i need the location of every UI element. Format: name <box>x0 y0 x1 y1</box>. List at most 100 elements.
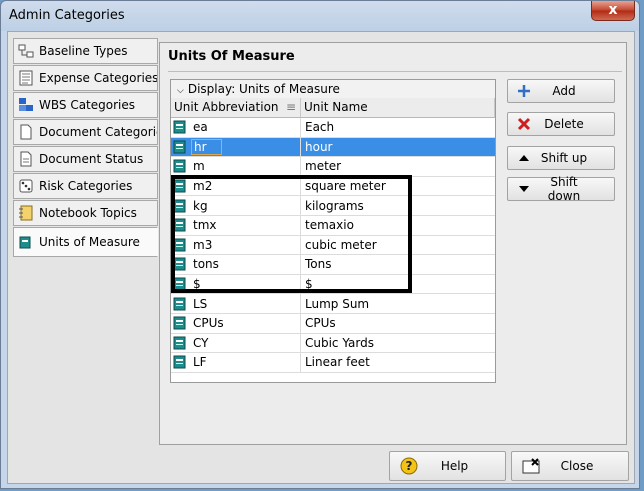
column-header-unit-name[interactable]: Unit Name <box>301 98 495 118</box>
help-icon: ? <box>394 457 424 475</box>
cell-unit-name: Tons <box>305 257 332 272</box>
sidebar-item-label: Risk Categories <box>39 179 133 193</box>
table-row[interactable]: LS Lump Sum <box>171 294 495 314</box>
units-of-measure-panel: Units Of Measure ⌵ Display: Units of Meas… <box>159 42 627 445</box>
shift-down-label: Shift down <box>547 175 581 203</box>
cell-unit-name: cubic meter <box>305 237 377 252</box>
cell-abbreviation: m3 <box>193 237 213 252</box>
table-row[interactable]: tons Tons <box>171 255 495 275</box>
sidebar-item-notebook-topics[interactable]: Notebook Topics <box>13 200 158 226</box>
display-filter[interactable]: ⌵ Display: Units of Measure <box>171 80 495 98</box>
cell-unit-name: hour <box>305 139 333 154</box>
column-header-abbreviation[interactable]: Unit Abbreviation ≡ <box>171 98 301 118</box>
document-status-icon <box>18 151 34 167</box>
database-icon <box>173 316 186 330</box>
delete-label: Delete <box>544 117 584 131</box>
notebook-icon <box>18 205 34 221</box>
sidebar-item-document-categories[interactable]: Document Categories <box>13 119 158 145</box>
delete-button[interactable]: Delete <box>507 112 615 136</box>
sidebar-item-label: WBS Categories <box>39 98 135 112</box>
column-label: Unit Name <box>304 100 368 114</box>
sidebar-item-document-status[interactable]: Document Status <box>13 146 158 172</box>
wbs-icon <box>18 97 34 113</box>
window-title: Admin Categories <box>9 8 125 23</box>
database-icon <box>173 355 186 369</box>
units-grid: ⌵ Display: Units of Measure Unit Abbrevia… <box>170 79 496 383</box>
sidebar-item-label: Notebook Topics <box>39 206 137 220</box>
sidebar-item-label: Expense Categories <box>39 71 158 85</box>
database-icon <box>173 297 186 311</box>
add-button[interactable]: Add <box>507 79 615 103</box>
cell-abbreviation: kg <box>193 198 208 213</box>
table-row[interactable]: CY Cubic Yards <box>171 333 495 354</box>
table-row[interactable]: m meter <box>171 157 495 177</box>
cell-unit-name: meter <box>305 159 342 174</box>
database-icon <box>173 159 186 173</box>
close-button[interactable]: Close <box>511 451 629 481</box>
table-row[interactable]: m3 cubic meter <box>171 235 495 256</box>
shift-up-label: Shift up <box>540 151 588 165</box>
document-icon <box>18 124 34 140</box>
cell-abbreviation: LF <box>193 355 207 370</box>
column-label: Unit Abbreviation <box>174 100 279 114</box>
title-bar[interactable]: Admin Categories x <box>1 1 639 31</box>
cell-unit-name: kilograms <box>305 198 364 213</box>
database-icon <box>173 336 186 350</box>
baseline-icon <box>18 43 34 59</box>
sidebar-item-units-of-measure[interactable]: Units of Measure <box>13 227 158 257</box>
sidebar-item-wbs-categories[interactable]: WBS Categories <box>13 92 158 118</box>
cell-abbreviation: LS <box>193 296 208 311</box>
column-menu-icon: ≡ <box>285 100 296 114</box>
database-icon <box>173 277 186 291</box>
database-icon <box>173 257 186 271</box>
cell-abbreviation: $ <box>193 277 201 292</box>
display-label: Display: Units of Measure <box>187 82 340 96</box>
arrow-up-icon <box>512 154 536 162</box>
window-close-button[interactable]: x <box>591 1 635 21</box>
shift-down-button[interactable]: Shift down <box>507 175 615 203</box>
close-label: Close <box>560 459 594 473</box>
divider <box>168 71 622 72</box>
category-sidebar: Baseline Types Expense Categories WBS Ca… <box>13 38 160 265</box>
cell-abbreviation: m <box>193 159 205 174</box>
cell-abbreviation: hr <box>191 138 222 155</box>
sidebar-item-expense-categories[interactable]: Expense Categories <box>13 65 158 91</box>
cell-unit-name: Each <box>305 120 335 135</box>
dice-icon <box>18 178 34 194</box>
help-label: Help <box>440 459 469 473</box>
help-button[interactable]: ? Help <box>389 451 506 481</box>
database-icon <box>173 179 186 193</box>
cell-abbreviation: tons <box>193 257 219 272</box>
database-icon <box>173 238 186 252</box>
svg-text:?: ? <box>406 459 413 473</box>
cell-abbreviation: CY <box>193 335 209 350</box>
database-icon <box>173 218 186 232</box>
cell-unit-name: square meter <box>305 179 386 194</box>
plus-icon <box>512 84 536 98</box>
table-body: ea Each hr hour m meter m2 square meter kg ki… <box>171 118 495 373</box>
ruler-icon <box>18 234 34 250</box>
table-row[interactable]: ea Each <box>171 118 495 138</box>
arrow-down-icon <box>512 185 536 193</box>
table-row-selected[interactable]: hr hour <box>171 137 495 158</box>
shift-up-button[interactable]: Shift up <box>507 146 615 170</box>
table-row[interactable]: CPUs CPUs <box>171 313 495 334</box>
table-row[interactable]: tmx temaxio <box>171 215 495 236</box>
cell-abbreviation: ea <box>193 120 208 135</box>
admin-categories-window: Admin Categories x Baseline Types Expens… <box>0 0 640 489</box>
database-icon <box>173 120 186 134</box>
sidebar-item-baseline-types[interactable]: Baseline Types <box>13 38 158 64</box>
cell-abbreviation: CPUs <box>193 316 224 331</box>
database-icon <box>173 199 186 213</box>
table-row[interactable]: LF Linear feet <box>171 353 495 373</box>
cell-abbreviation: tmx <box>193 218 217 233</box>
sidebar-item-label: Document Status <box>39 152 144 166</box>
sidebar-item-risk-categories[interactable]: Risk Categories <box>13 173 158 199</box>
table-row[interactable]: kg kilograms <box>171 196 495 216</box>
close-icon: x <box>608 2 618 18</box>
table-row[interactable]: $ $ <box>171 274 495 295</box>
sidebar-item-label: Units of Measure <box>39 235 140 249</box>
cell-unit-name: $ <box>305 277 313 292</box>
table-row[interactable]: m2 square meter <box>171 176 495 197</box>
chevron-down-icon: ⌵ <box>177 86 184 96</box>
